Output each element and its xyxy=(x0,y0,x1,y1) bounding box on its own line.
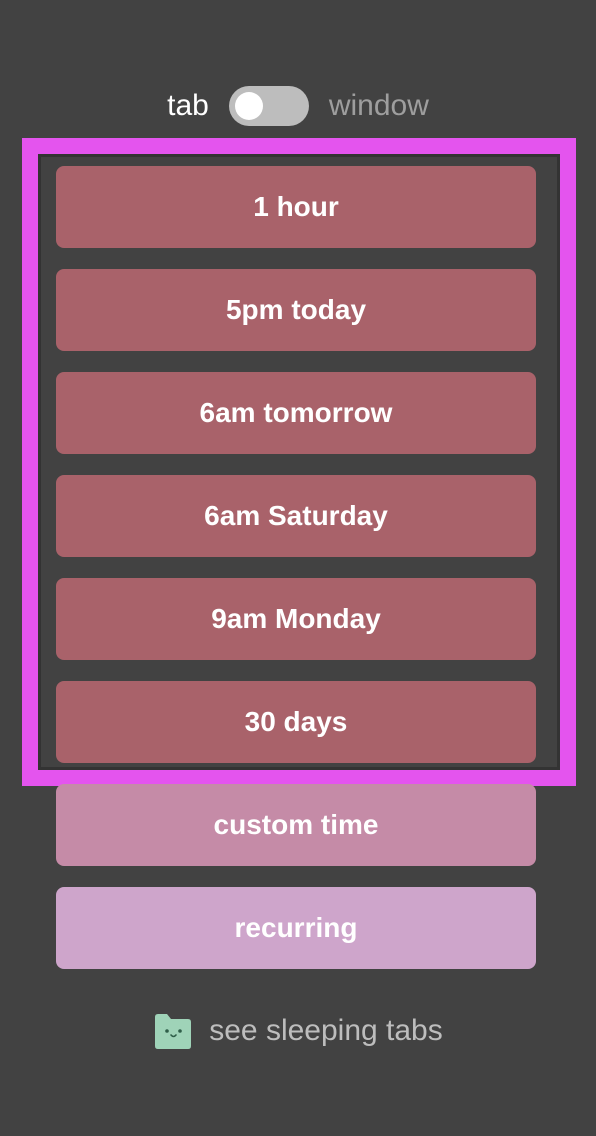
footer-label: see sleeping tabs xyxy=(209,1014,443,1047)
button-label: 6am tomorrow xyxy=(199,397,393,428)
button-label: 6am Saturday xyxy=(204,500,388,531)
button-label: recurring xyxy=(234,912,358,943)
button-label: 30 days xyxy=(244,706,348,737)
toggle-label-window[interactable]: window xyxy=(329,84,429,128)
snooze-1-hour-button[interactable]: 1 hour xyxy=(56,166,536,248)
custom-time-button[interactable]: custom time xyxy=(56,784,536,866)
scope-toggle-row: tab window xyxy=(0,84,596,128)
snooze-5pm-today-button[interactable]: 5pm today xyxy=(56,269,536,351)
toggle-label-tab[interactable]: tab xyxy=(167,84,209,128)
see-sleeping-tabs-link[interactable]: see sleeping tabs xyxy=(0,1008,596,1054)
button-label: 1 hour xyxy=(253,191,339,222)
button-label: 5pm today xyxy=(225,294,367,325)
tab-window-switch[interactable] xyxy=(228,86,309,126)
snooze-9am-monday-button[interactable]: 9am Monday xyxy=(56,578,536,660)
button-label: 9am Monday xyxy=(211,603,381,634)
switch-knob xyxy=(234,92,263,120)
snooze-6am-tomorrow-button[interactable]: 6am tomorrow xyxy=(56,372,536,454)
button-label: custom time xyxy=(213,809,379,840)
folder-face-icon xyxy=(155,1014,192,1049)
recurring-button[interactable]: recurring xyxy=(56,887,536,969)
snooze-30-days-button[interactable]: 30 days xyxy=(56,681,536,763)
snooze-6am-saturday-button[interactable]: 6am Saturday xyxy=(56,475,536,557)
